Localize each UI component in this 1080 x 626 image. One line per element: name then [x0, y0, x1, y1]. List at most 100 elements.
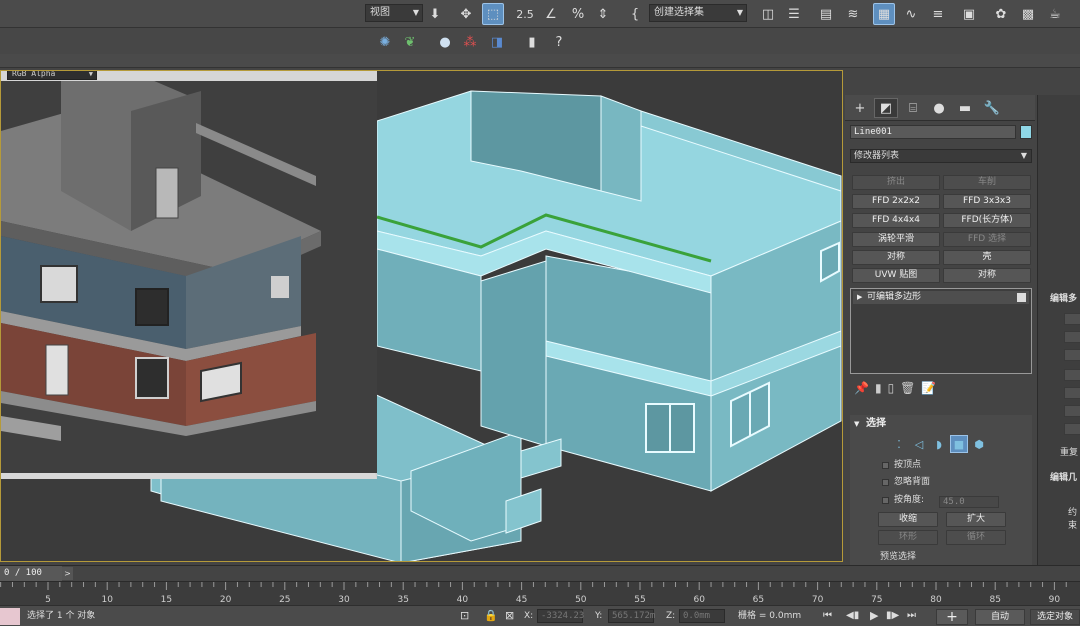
grow-button[interactable]: 扩大: [946, 512, 1006, 527]
shell-button[interactable]: 壳: [943, 250, 1031, 265]
selected-objects-dropdown[interactable]: 选定对象: [1030, 609, 1080, 625]
go-to-end-icon[interactable]: ⏭: [907, 609, 916, 622]
next-frame-icon[interactable]: >: [62, 567, 73, 580]
edge-icon[interactable]: ◁: [910, 435, 928, 453]
by-vertex-checkbox[interactable]: 按顶点: [882, 459, 921, 472]
select-move-icon[interactable]: ✥: [455, 3, 477, 25]
ffd-2x2x2-button[interactable]: FFD 2x2x2: [852, 194, 940, 209]
foliage-icon[interactable]: ❦: [400, 31, 420, 53]
motion-tab-icon[interactable]: ●: [927, 98, 951, 118]
pin-stack-icon[interactable]: 📌: [854, 381, 869, 395]
create-tab-icon[interactable]: +: [848, 98, 872, 118]
render-setup-icon[interactable]: ▩: [1017, 3, 1039, 25]
play-icon[interactable]: ▶: [870, 609, 878, 622]
maxscript-listener[interactable]: [0, 608, 20, 625]
strip-button[interactable]: [1064, 313, 1080, 325]
configure-sets-icon[interactable]: 📝: [921, 381, 936, 395]
object-color-swatch[interactable]: [1020, 125, 1032, 139]
angle-spinner[interactable]: 45.0: [939, 496, 999, 508]
isolate-icon[interactable]: ⊡: [460, 609, 469, 622]
remove-modifier-icon[interactable]: 🗑: [900, 381, 915, 395]
strip-button[interactable]: [1064, 423, 1080, 435]
make-unique-icon[interactable]: ▯: [888, 381, 895, 395]
modify-tab-icon[interactable]: ◩: [874, 98, 898, 118]
extrude-button[interactable]: 挤出: [852, 175, 940, 190]
modifier-stack[interactable]: ▶ 可编辑多边形: [850, 288, 1032, 374]
mirror-icon[interactable]: ◫: [757, 3, 779, 25]
lathe-button[interactable]: 车削: [943, 175, 1031, 190]
edit-named-selection-icon[interactable]: {: [624, 3, 646, 25]
polygon-icon[interactable]: ■: [950, 435, 968, 453]
perspective-viewport[interactable]: RGB Alpha ▼: [0, 70, 843, 562]
reference-coord-dropdown[interactable]: 视图 ▼: [365, 4, 423, 22]
rendered-frame-window[interactable]: RGB Alpha ▼: [1, 71, 377, 479]
sphere-icon[interactable]: ●: [435, 31, 455, 53]
element-icon[interactable]: ⬢: [970, 435, 988, 453]
archive-icon[interactable]: ▮: [522, 31, 542, 53]
object-name-field[interactable]: Line001: [850, 125, 1016, 139]
render-frame-icon[interactable]: ◨: [487, 31, 507, 53]
ignore-backfacing-checkbox[interactable]: 忽略背面: [882, 476, 930, 489]
previous-frame-icon[interactable]: ◀▮: [846, 609, 859, 622]
turbosmooth-button[interactable]: 涡轮平滑: [852, 232, 940, 247]
pivot-icon[interactable]: ⬇: [424, 3, 446, 25]
x-coordinate-field[interactable]: -3324.23: [537, 609, 584, 623]
by-angle-checkbox[interactable]: 按角度:: [882, 494, 924, 507]
spinner-snap-icon[interactable]: ⇕: [592, 3, 614, 25]
go-to-start-icon[interactable]: ⏮: [823, 609, 832, 622]
angle-snap-icon[interactable]: ∠: [540, 3, 562, 25]
stack-item-editable-poly[interactable]: ▶ 可编辑多边形: [853, 291, 1029, 304]
ffd-3x3x3-button[interactable]: FFD 3x3x3: [943, 194, 1031, 209]
ffd-select-button[interactable]: FFD 选择: [943, 232, 1031, 247]
ring-button[interactable]: 环形: [878, 530, 938, 545]
modifier-list-dropdown[interactable]: 修改器列表 ▼: [850, 149, 1032, 163]
strip-button[interactable]: [1064, 405, 1080, 417]
strip-button[interactable]: [1064, 387, 1080, 399]
display-tab-icon[interactable]: ▬: [953, 98, 977, 118]
help-icon[interactable]: ?: [549, 31, 569, 53]
ffd-box-button[interactable]: FFD(长方体): [943, 213, 1031, 228]
z-coordinate-field[interactable]: 0.0mm: [679, 609, 725, 623]
stack-item-toggle[interactable]: [1017, 293, 1026, 302]
expand-triangle-icon[interactable]: ▶: [857, 291, 862, 303]
align-icon[interactable]: ☰: [783, 3, 805, 25]
channel-dropdown[interactable]: RGB Alpha ▼: [7, 71, 97, 80]
track-bar[interactable]: 5 10 15 20 25 30 35 40 45 50 55 60 65 70 75 80 85 90: [0, 581, 1080, 605]
uvw-map-button[interactable]: UVW 贴图: [852, 268, 940, 283]
snap-settings-icon[interactable]: ✺: [375, 31, 395, 53]
material-balls-icon[interactable]: ⁂: [460, 31, 480, 53]
utilities-tab-icon[interactable]: 🔧: [980, 98, 1004, 118]
strip-button[interactable]: [1064, 369, 1080, 381]
strip-button[interactable]: [1064, 331, 1080, 343]
ribbon-icon[interactable]: ≋: [842, 3, 864, 25]
ffd-4x4x4-button[interactable]: FFD 4x4x4: [852, 213, 940, 228]
auto-key-button[interactable]: 自动: [975, 609, 1025, 625]
curve-editor-icon[interactable]: ∿: [900, 3, 922, 25]
time-slider[interactable]: 0 / 100 >: [0, 565, 1080, 581]
selection-rollout-header[interactable]: ▼ 选择: [850, 417, 1032, 431]
dope-sheet-icon[interactable]: ≡: [927, 3, 949, 25]
loop-button[interactable]: 循环: [946, 530, 1006, 545]
absolute-mode-icon[interactable]: ⊠: [505, 609, 514, 622]
material-editor-icon[interactable]: ✿: [990, 3, 1012, 25]
repeat-label[interactable]: 重复: [1060, 445, 1078, 458]
vertex-icon[interactable]: ⁚: [890, 435, 908, 453]
symmetry-button-2[interactable]: 对称: [943, 268, 1031, 283]
frame-counter[interactable]: 0 / 100: [0, 566, 62, 581]
lock-icon[interactable]: 🔒: [484, 609, 498, 622]
set-key-icon[interactable]: +: [936, 609, 968, 625]
snap-toggle-icon[interactable]: 2.5: [512, 3, 538, 25]
scene-explorer-icon[interactable]: ▦: [873, 3, 895, 25]
named-selection-dropdown[interactable]: 创建选择集 ▼: [649, 4, 747, 22]
border-icon[interactable]: ◗: [930, 435, 948, 453]
render-icon[interactable]: ☕: [1044, 3, 1066, 25]
select-and-move-icon[interactable]: ⬚: [482, 3, 504, 25]
symmetry-button[interactable]: 对称: [852, 250, 940, 265]
shrink-button[interactable]: 收缩: [878, 512, 938, 527]
schematic-view-icon[interactable]: ▣: [958, 3, 980, 25]
strip-button[interactable]: [1064, 349, 1080, 361]
show-end-result-icon[interactable]: ▮: [875, 381, 882, 395]
layer-manager-icon[interactable]: ▤: [815, 3, 837, 25]
next-key-icon[interactable]: ▮▶: [886, 609, 899, 622]
y-coordinate-field[interactable]: 565.172m: [608, 609, 655, 623]
